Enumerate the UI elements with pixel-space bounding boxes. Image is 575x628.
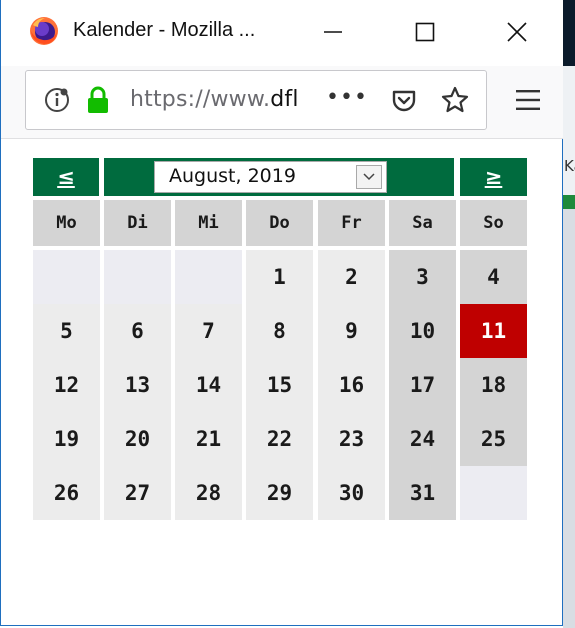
day-cell[interactable]: 6: [104, 304, 171, 358]
background-window: Ka: [563, 0, 575, 628]
day-cell[interactable]: 21: [175, 412, 242, 466]
day-cell[interactable]: 3: [389, 250, 456, 304]
close-icon: [507, 22, 527, 42]
background-accent: [563, 195, 575, 209]
minimize-button[interactable]: [313, 12, 353, 52]
empty-day-cell: [104, 250, 171, 304]
empty-day-cell: [33, 250, 100, 304]
day-cell[interactable]: 18: [460, 358, 527, 412]
day-cell[interactable]: 1: [246, 250, 313, 304]
empty-day-cell: [460, 466, 527, 520]
month-select-value: August, 2019: [169, 165, 296, 187]
next-month-button[interactable]: ≥: [460, 158, 527, 196]
url-bar[interactable]: https://www.dfl •••: [25, 70, 487, 130]
day-cell[interactable]: 30: [318, 466, 385, 520]
day-cell[interactable]: 4: [460, 250, 527, 304]
today-cell[interactable]: 11: [460, 304, 527, 358]
bookmark-star-icon[interactable]: [440, 85, 470, 115]
day-cell[interactable]: 15: [246, 358, 313, 412]
day-cell[interactable]: 19: [33, 412, 100, 466]
window-title: Kalender - Mozilla ...: [73, 19, 256, 41]
day-cell[interactable]: 22: [246, 412, 313, 466]
day-cell[interactable]: 26: [33, 466, 100, 520]
weekday-header: So: [460, 200, 527, 246]
day-cell[interactable]: 20: [104, 412, 171, 466]
chevron-down-icon: [363, 173, 375, 181]
weekday-header: Do: [246, 200, 313, 246]
empty-day-cell: [175, 250, 242, 304]
title-bar[interactable]: Kalender - Mozilla ...: [1, 0, 563, 66]
day-cell[interactable]: 2: [318, 250, 385, 304]
close-button[interactable]: [497, 12, 537, 52]
previous-month-button[interactable]: ≤: [33, 158, 99, 196]
firefox-logo-icon: [30, 17, 58, 45]
day-cell[interactable]: 14: [175, 358, 242, 412]
hamburger-menu-icon[interactable]: [515, 88, 541, 112]
browser-popup-window: Kalender - Mozilla ... https://www.dfl •…: [0, 0, 563, 626]
weekday-header: Mi: [175, 200, 242, 246]
day-cell[interactable]: 27: [104, 466, 171, 520]
background-header: [563, 0, 575, 66]
day-cell[interactable]: 5: [33, 304, 100, 358]
url-prefix: https://www.: [130, 87, 271, 112]
day-cell[interactable]: 24: [389, 412, 456, 466]
day-cell[interactable]: 10: [389, 304, 456, 358]
day-cell[interactable]: 12: [33, 358, 100, 412]
dropdown-button[interactable]: [356, 165, 382, 189]
day-cell[interactable]: 9: [318, 304, 385, 358]
weekday-header: Fr: [318, 200, 385, 246]
day-cell[interactable]: 31: [389, 466, 456, 520]
month-select[interactable]: August, 2019: [154, 161, 387, 193]
maximize-icon: [415, 22, 435, 42]
weekday-header: Di: [104, 200, 171, 246]
page-actions-button[interactable]: •••: [326, 85, 368, 110]
day-cell[interactable]: 8: [246, 304, 313, 358]
background-panel: [563, 66, 575, 195]
weekday-header: Sa: [389, 200, 456, 246]
weekday-header: Mo: [33, 200, 100, 246]
day-cell[interactable]: 29: [246, 466, 313, 520]
url-text[interactable]: https://www.dfl: [130, 87, 299, 112]
calendar: ≤ August, 2019 ≥ Mo Di Mi Do Fr Sa So 1 2 3 4 5 6 7 8 9…: [33, 156, 527, 520]
day-cell[interactable]: 7: [175, 304, 242, 358]
pocket-icon[interactable]: [390, 87, 418, 115]
day-cell[interactable]: 25: [460, 412, 527, 466]
site-info-icon[interactable]: [44, 87, 70, 113]
day-cell[interactable]: 13: [104, 358, 171, 412]
navigation-bar: https://www.dfl •••: [1, 66, 563, 139]
calendar-header: ≤ August, 2019 ≥: [33, 156, 527, 196]
lock-icon[interactable]: [86, 86, 110, 114]
background-text: Ka: [564, 157, 575, 175]
minimize-icon: [324, 31, 342, 33]
day-cell[interactable]: 23: [318, 412, 385, 466]
day-cell[interactable]: 16: [318, 358, 385, 412]
url-host: dfl: [270, 87, 299, 112]
maximize-button[interactable]: [405, 12, 445, 52]
day-cell[interactable]: 17: [389, 358, 456, 412]
day-cell[interactable]: 28: [175, 466, 242, 520]
